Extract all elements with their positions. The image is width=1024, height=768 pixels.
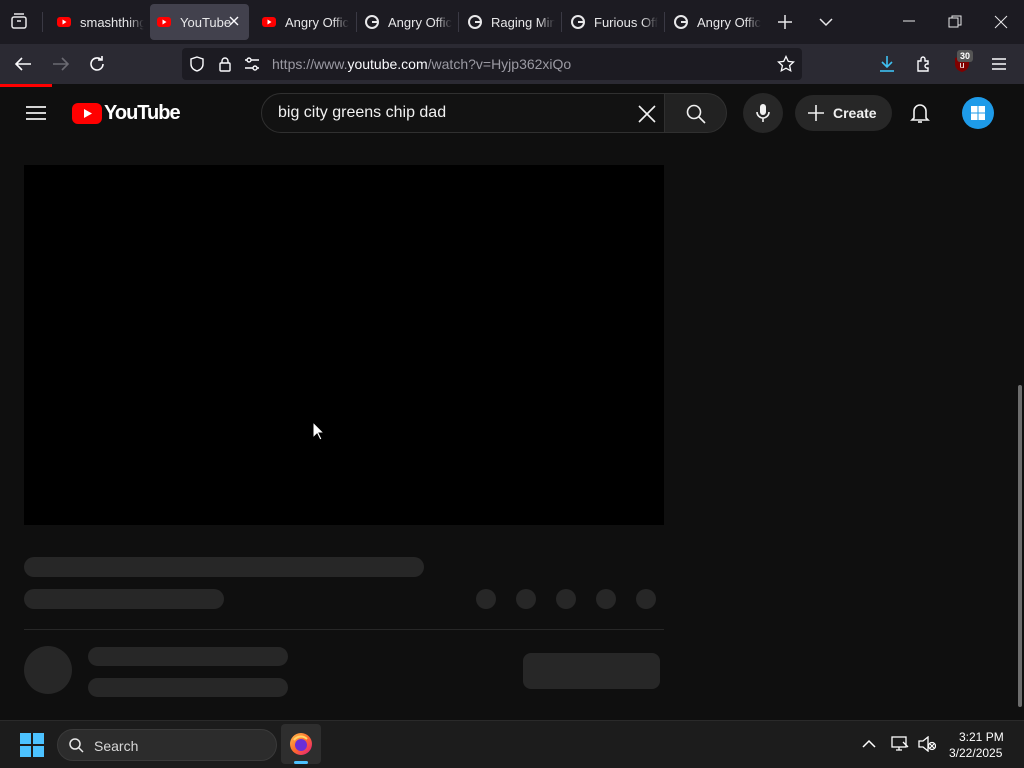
close-window-icon[interactable] [994,15,1008,29]
extensions-puzzle-icon[interactable] [915,55,933,73]
youtube-logo[interactable]: YouTube [72,102,181,125]
url-prefix: https://www. [272,56,348,72]
subscribe-button-placeholder [523,653,660,689]
subscriber-count-placeholder [88,678,288,697]
url-path: /watch?v=Hyjp362xiQo [427,56,572,72]
create-button[interactable]: Create [795,95,892,131]
google-favicon-icon [673,14,689,30]
taskbar-clock-time[interactable]: 3:21 PM [959,730,1004,744]
taskbar-search-box[interactable]: Search [57,729,277,761]
action-placeholder [516,589,536,609]
browser-tab[interactable]: Raging Min [461,4,557,40]
divider [24,629,664,630]
google-favicon-icon [467,14,483,30]
browser-tab-active[interactable]: YouTube [150,4,249,40]
account-avatar[interactable] [962,97,994,129]
taskbar-search-label: Search [94,738,139,754]
action-placeholder [636,589,656,609]
youtube-favicon-icon [156,14,172,30]
taskbar-firefox-button[interactable] [281,724,321,764]
channel-name-placeholder [88,647,288,666]
tab-label: YouTube [180,14,232,30]
browser-tab[interactable]: Angry Offic [667,4,763,40]
browser-tab-strip: smashthing YouTube Angry Offic Angry Off… [0,0,1024,44]
search-input[interactable] [278,94,618,132]
address-bar[interactable]: https://www.youtube.com/watch?v=Hyjp362x… [182,48,802,80]
microphone-icon [756,103,770,123]
mouse-cursor-icon [312,421,325,441]
create-button-label: Create [833,105,877,121]
notifications-bell-icon[interactable] [910,102,930,124]
voice-search-button[interactable] [743,93,783,133]
bookmark-star-icon[interactable] [777,55,795,73]
downloads-icon[interactable] [879,55,895,73]
youtube-logo-text: YouTube [104,102,181,124]
restore-window-icon[interactable] [948,15,962,29]
url-domain: youtube.com [347,56,428,72]
site-permissions-icon[interactable] [244,57,260,71]
list-all-tabs-chevron-icon[interactable] [818,15,834,29]
windows-taskbar: Search 3:21 PM 3/22/2025 [0,720,1024,768]
scrollbar-thumb[interactable] [1018,385,1022,707]
tab-label: Angry Offic [285,14,349,30]
windows-logo-avatar-icon [971,106,985,120]
network-icon[interactable] [891,736,909,752]
guide-menu-icon[interactable] [26,105,46,121]
windows-start-icon[interactable] [20,733,44,757]
search-icon [69,738,84,753]
tab-label: Furious Off [594,14,658,30]
action-placeholder [476,589,496,609]
tab-label: smashthing [80,14,144,30]
youtube-play-logo-icon [72,103,102,124]
extension-badge-count: 30 [957,50,974,62]
new-tab-icon[interactable] [777,14,793,30]
browser-tab[interactable]: Angry Offic [255,4,351,40]
tab-label: Raging Min [491,14,555,30]
browser-nav-bar: https://www.youtube.com/watch?v=Hyjp362x… [0,44,1024,84]
action-placeholder [596,589,616,609]
search-icon [686,104,706,124]
taskbar-clock-date[interactable]: 3/22/2025 [949,746,1002,760]
forward-arrow-icon[interactable] [52,56,70,72]
youtube-masthead: YouTube Create [0,87,1024,143]
tab-overview-icon[interactable] [9,11,29,31]
active-app-indicator [294,761,308,764]
browser-tab[interactable]: Angry Offic [358,4,454,40]
subtitle-placeholder [24,589,224,609]
video-player[interactable] [24,165,664,525]
url-text[interactable]: https://www.youtube.com/watch?v=Hyjp362x… [272,56,571,72]
minimize-window-icon[interactable] [902,14,916,28]
youtube-favicon-icon [261,14,277,30]
channel-avatar-placeholder [24,646,72,694]
youtube-favicon-icon [56,14,72,30]
title-placeholder [24,557,424,577]
tab-label: Angry Offic [388,14,452,30]
search-button[interactable] [664,93,727,133]
browser-tab[interactable]: smashthing [50,4,146,40]
lock-icon[interactable] [218,56,232,72]
tracking-protection-shield-icon[interactable] [190,56,204,72]
google-favicon-icon [570,14,586,30]
volume-muted-icon[interactable] [918,736,936,752]
clear-search-icon[interactable] [638,105,656,123]
back-arrow-icon[interactable] [14,56,32,72]
search-box[interactable] [261,93,665,133]
show-hidden-icons-chevron-icon[interactable] [862,739,876,749]
firefox-icon [289,732,313,756]
action-placeholder [556,589,576,609]
browser-tab[interactable]: Furious Off [564,4,660,40]
tab-label: Angry Offic [697,14,761,30]
reload-icon[interactable] [88,55,106,73]
close-tab-icon[interactable] [228,15,240,27]
google-favicon-icon [364,14,380,30]
plus-icon [807,104,825,122]
app-menu-hamburger-icon[interactable] [991,57,1007,71]
